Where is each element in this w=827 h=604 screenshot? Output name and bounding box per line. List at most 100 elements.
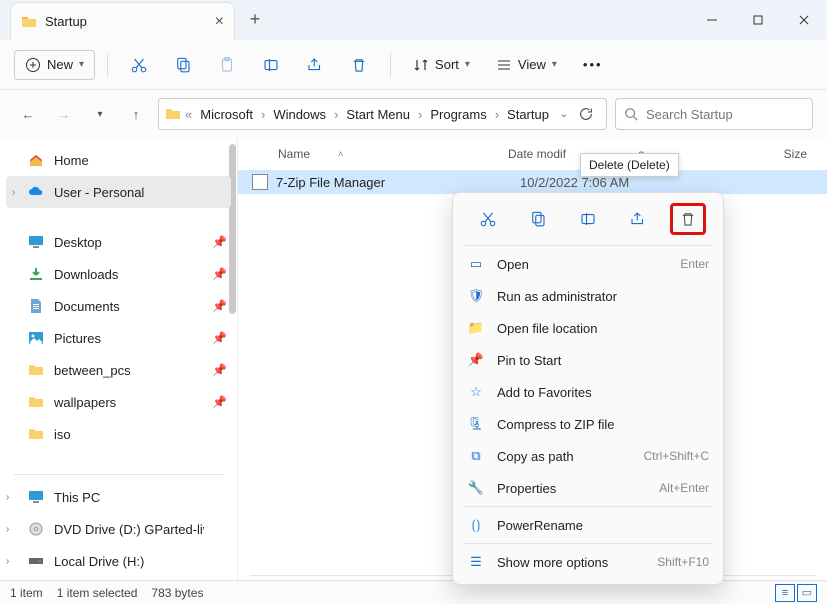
breadcrumb-item[interactable]: Windows xyxy=(269,105,330,124)
sidebar-item-pictures[interactable]: Pictures📌 xyxy=(0,322,237,354)
new-button[interactable]: New ▾ xyxy=(14,50,95,80)
cut-button[interactable] xyxy=(120,50,158,80)
ctx-copy-button[interactable] xyxy=(520,203,556,235)
sidebar-item-downloads[interactable]: Downloads📌 xyxy=(0,258,237,290)
sidebar-item-user[interactable]: › User - Personal xyxy=(6,176,231,208)
sidebar-item-drive[interactable]: › Local Drive (H:) xyxy=(0,545,237,577)
shortcut-icon xyxy=(252,174,268,190)
ctx-favorite[interactable]: ☆Add to Favorites xyxy=(453,376,723,408)
cloud-icon xyxy=(28,184,44,200)
view-button[interactable]: View ▾ xyxy=(486,51,567,79)
file-name: 7-Zip File Manager xyxy=(276,175,520,190)
ctx-powerrename[interactable]: ⟮⟯PowerRename xyxy=(453,509,723,541)
sort-button[interactable]: Sort ▾ xyxy=(403,51,480,79)
maximize-button[interactable] xyxy=(735,0,781,40)
more-button[interactable]: ••• xyxy=(573,51,613,78)
sidebar-item-folder[interactable]: wallpapers📌 xyxy=(0,386,237,418)
column-name[interactable]: Name xyxy=(278,147,310,161)
home-icon xyxy=(28,152,44,168)
ctx-open-location[interactable]: 📁Open file location xyxy=(453,312,723,344)
folder-icon xyxy=(28,394,44,410)
search-input[interactable]: Search Startup xyxy=(615,98,813,130)
search-placeholder: Search Startup xyxy=(646,107,733,122)
window-controls xyxy=(689,0,827,40)
tab-close-icon[interactable]: × xyxy=(215,13,224,31)
ctx-compress[interactable]: 🗜Compress to ZIP file xyxy=(453,408,723,440)
sidebar-item-desktop[interactable]: Desktop📌 xyxy=(0,226,237,258)
copy-icon xyxy=(174,56,192,74)
chevron-right-icon[interactable]: › xyxy=(12,187,15,198)
sidebar-item-home[interactable]: Home xyxy=(0,144,237,176)
ctx-copy-path[interactable]: ⧉Copy as pathCtrl+Shift+C xyxy=(453,440,723,472)
copy-button[interactable] xyxy=(164,50,202,80)
document-icon xyxy=(28,298,44,314)
column-size[interactable]: Size xyxy=(718,147,827,161)
chevron-down-icon: ▾ xyxy=(552,59,557,70)
chevron-down-icon: ▾ xyxy=(465,59,470,70)
pictures-icon xyxy=(28,330,44,346)
wrench-icon: 🔧 xyxy=(467,480,485,496)
ctx-cut-button[interactable] xyxy=(470,203,506,235)
ctx-run-admin[interactable]: 🛡Run as administrator xyxy=(453,280,723,312)
details-view-button[interactable]: ≡ xyxy=(775,584,795,602)
sidebar-item-folder[interactable]: iso xyxy=(0,418,237,450)
paste-button[interactable] xyxy=(208,50,246,80)
thumbnails-view-button[interactable]: ▭ xyxy=(797,584,817,602)
chevron-right-icon[interactable]: › xyxy=(6,556,9,567)
forward-button[interactable]: → xyxy=(50,100,78,128)
close-button[interactable] xyxy=(781,0,827,40)
recent-dropdown[interactable]: ▾ xyxy=(86,100,114,128)
ctx-properties[interactable]: 🔧PropertiesAlt+Enter xyxy=(453,472,723,504)
up-button[interactable]: ↑ xyxy=(122,100,150,128)
cut-icon xyxy=(130,56,148,74)
breadcrumb-item[interactable]: Programs xyxy=(426,105,490,124)
rename-icon xyxy=(262,56,280,74)
ctx-pin-start[interactable]: 📌Pin to Start xyxy=(453,344,723,376)
address-dropdown[interactable]: ⌄ xyxy=(560,109,568,120)
share-icon xyxy=(629,210,647,228)
chevron-right-icon[interactable]: › xyxy=(6,524,9,535)
breadcrumb-item[interactable]: Microsoft xyxy=(196,105,257,124)
pin-icon: 📌 xyxy=(212,331,227,345)
window-tab[interactable]: Startup × xyxy=(10,2,235,40)
ctx-share-button[interactable] xyxy=(620,203,656,235)
context-menu: ▭OpenEnter 🛡Run as administrator 📁Open f… xyxy=(452,192,724,585)
share-button[interactable] xyxy=(296,50,334,80)
column-headers[interactable]: Name˄ Date modif e Size xyxy=(238,138,827,170)
pin-icon: 📌 xyxy=(212,299,227,313)
status-selected: 1 item selected xyxy=(57,586,138,600)
rename-button[interactable] xyxy=(252,50,290,80)
refresh-icon xyxy=(578,106,594,122)
new-tab-button[interactable]: + xyxy=(235,0,275,38)
file-row[interactable]: 7-Zip File Manager 10/2/2022 7:06 AM xyxy=(238,170,827,194)
address-bar[interactable]: « Microsoft› Windows› Start Menu› Progra… xyxy=(158,98,607,130)
shield-icon: 🛡 xyxy=(467,288,485,304)
trash-icon xyxy=(350,56,368,74)
ctx-rename-button[interactable] xyxy=(570,203,606,235)
sidebar-item-documents[interactable]: Documents📌 xyxy=(0,290,237,322)
sidebar-item-folder[interactable]: between_pcs📌 xyxy=(0,354,237,386)
pin-icon: 📌 xyxy=(212,235,227,249)
back-button[interactable]: ← xyxy=(14,100,42,128)
ctx-show-more[interactable]: ☰Show more optionsShift+F10 xyxy=(453,546,723,578)
overflow-chevron[interactable]: « xyxy=(185,107,192,122)
chevron-right-icon[interactable]: › xyxy=(6,492,9,503)
ctx-delete-button[interactable] xyxy=(670,203,706,235)
breadcrumb-item[interactable]: Startup xyxy=(503,105,553,124)
refresh-button[interactable] xyxy=(572,106,600,122)
title-bar: Startup × + xyxy=(0,0,827,40)
delete-button[interactable] xyxy=(340,50,378,80)
status-bytes: 783 bytes xyxy=(151,586,203,600)
status-item-count: 1 item xyxy=(10,586,43,600)
pc-icon xyxy=(28,489,44,505)
folder-icon xyxy=(28,426,44,442)
folder-icon xyxy=(165,106,181,122)
ctx-open[interactable]: ▭OpenEnter xyxy=(453,248,723,280)
plus-circle-icon xyxy=(25,57,41,73)
sidebar-item-dvd[interactable]: › DVD Drive (D:) GParted-live xyxy=(0,513,237,545)
sidebar-item-thispc[interactable]: › This PC xyxy=(0,481,237,513)
breadcrumb-item[interactable]: Start Menu xyxy=(342,105,414,124)
drive-icon xyxy=(28,553,44,569)
sort-arrow-icon: ˄ xyxy=(338,149,343,159)
minimize-button[interactable] xyxy=(689,0,735,40)
